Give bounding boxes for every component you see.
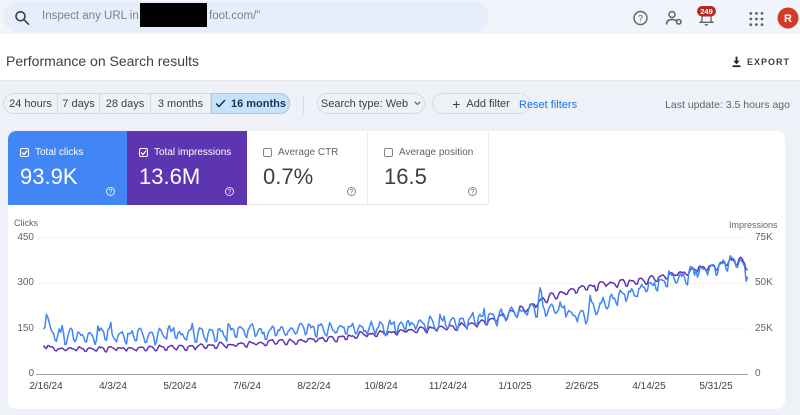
svg-text:R: R xyxy=(784,13,792,25)
svg-text:249: 249 xyxy=(700,7,713,16)
svg-text:?: ? xyxy=(638,13,643,23)
